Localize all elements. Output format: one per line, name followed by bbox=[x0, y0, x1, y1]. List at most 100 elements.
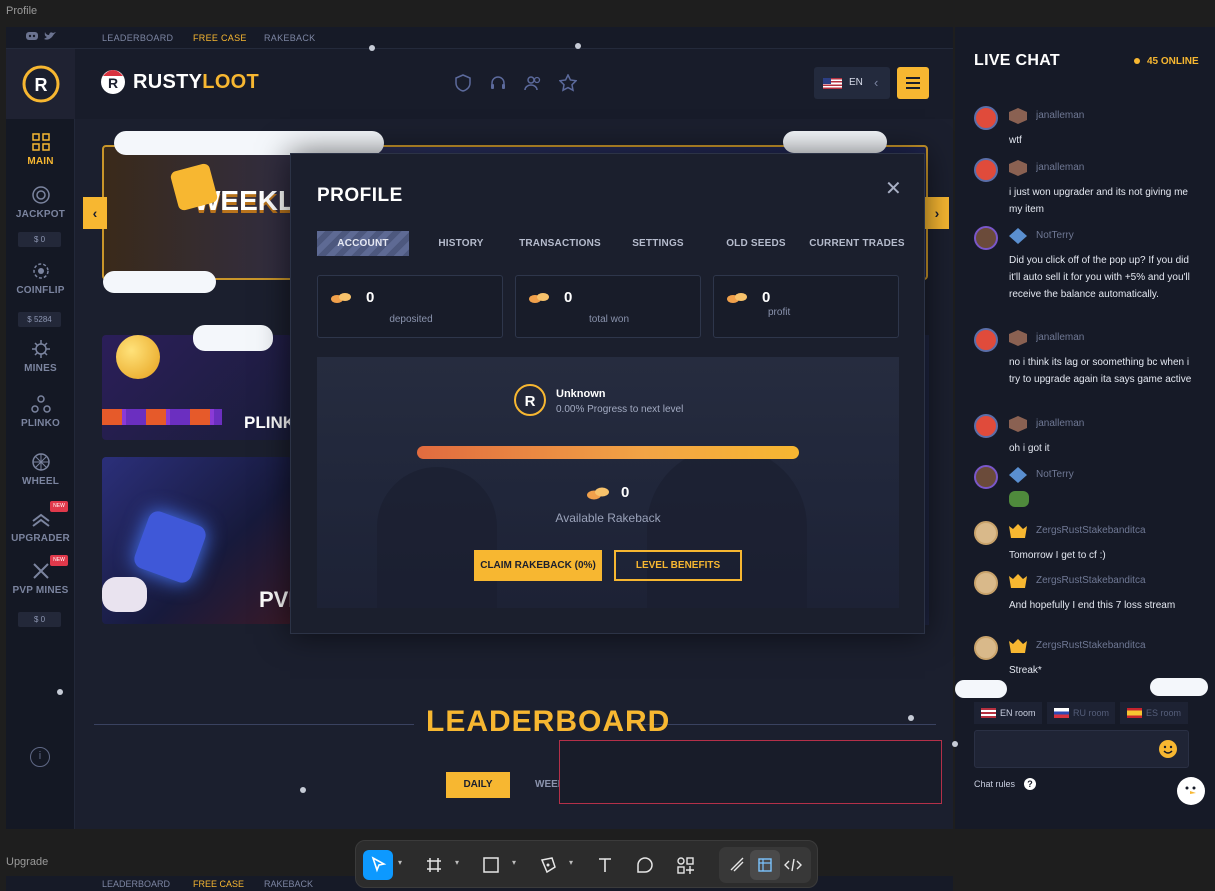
hamburger-menu-button[interactable] bbox=[897, 67, 929, 99]
online-dot-icon bbox=[1134, 58, 1140, 64]
brand-logo-icon: R bbox=[98, 66, 128, 96]
level-badge-icon bbox=[1009, 639, 1027, 653]
sidebar-item-mines[interactable]: MINES bbox=[6, 339, 75, 374]
tab-account[interactable]: ACCOUNT bbox=[317, 231, 409, 256]
chat-text: wtf bbox=[1009, 135, 1022, 146]
sidebar-item-pvp-mines[interactable]: PVP MINES bbox=[6, 561, 75, 596]
components-tool-button[interactable] bbox=[670, 850, 700, 880]
stat-deposited: 0 deposited bbox=[317, 275, 503, 338]
brand-name[interactable]: RUSTYLOOT bbox=[133, 71, 259, 94]
avatar[interactable] bbox=[974, 571, 998, 595]
rectangle-icon bbox=[483, 857, 499, 873]
sidebar-item-upgrader[interactable]: UPGRADER bbox=[6, 509, 75, 544]
plinko-card-title: PLINKO bbox=[244, 413, 292, 432]
close-icon[interactable]: ✕ bbox=[885, 176, 902, 201]
chat-username[interactable]: janalleman bbox=[1036, 110, 1201, 121]
frame-tool-button[interactable] bbox=[419, 850, 449, 880]
link-leaderboard[interactable]: LEADERBOARD bbox=[102, 879, 170, 889]
chevron-down-icon[interactable]: ▾ bbox=[569, 858, 573, 867]
sidebar-item-wheel[interactable]: WHEEL bbox=[6, 452, 75, 487]
emoji-icon[interactable] bbox=[1159, 740, 1177, 758]
chat-username[interactable]: ZergsRustStakebanditca bbox=[1036, 575, 1201, 586]
chevron-down-icon[interactable]: ▾ bbox=[455, 858, 459, 867]
claim-rakeback-button[interactable]: CLAIM RAKEBACK (0%) bbox=[474, 550, 602, 581]
chat-username[interactable]: janalleman bbox=[1036, 418, 1201, 429]
dev-mode-button[interactable] bbox=[778, 850, 808, 880]
sidebar-item-jackpot[interactable]: JACKPOT bbox=[6, 185, 75, 220]
room-ru-button[interactable]: RU room bbox=[1047, 702, 1115, 724]
discord-icon[interactable] bbox=[26, 31, 38, 44]
svg-text:R: R bbox=[525, 393, 536, 410]
design-mode-button[interactable] bbox=[750, 850, 780, 880]
tab-transactions[interactable]: TRANSACTIONS bbox=[515, 231, 605, 256]
tab-old-seeds[interactable]: OLD SEEDS bbox=[721, 231, 791, 256]
chat-username[interactable]: ZergsRustStakebanditca bbox=[1036, 640, 1201, 651]
sidebar-item-plinko[interactable]: PLINKO bbox=[6, 394, 75, 429]
banner-prev-button[interactable]: ‹ bbox=[83, 197, 107, 229]
site-logo[interactable]: R bbox=[6, 49, 75, 119]
level-badge-icon bbox=[1009, 574, 1027, 588]
twitter-icon[interactable] bbox=[44, 31, 56, 44]
avatar[interactable] bbox=[974, 465, 998, 489]
stat-profit: 0 profit bbox=[713, 275, 899, 338]
frame-label-profile[interactable]: Profile bbox=[6, 5, 37, 17]
chat-message-input[interactable] bbox=[974, 730, 1189, 768]
move-tool-button[interactable] bbox=[363, 850, 393, 880]
stat-value: 0 bbox=[564, 289, 573, 306]
avatar[interactable] bbox=[974, 106, 998, 130]
info-icon[interactable]: i bbox=[30, 747, 50, 767]
link-leaderboard[interactable]: LEADERBOARD bbox=[102, 33, 173, 43]
design-icon bbox=[758, 858, 772, 872]
banner-next-button[interactable]: › bbox=[925, 197, 949, 229]
avatar[interactable] bbox=[974, 414, 998, 438]
snow-decoration bbox=[783, 131, 887, 153]
sidebar-item-main[interactable]: MAIN bbox=[6, 132, 75, 167]
frame-label-upgrade[interactable]: Upgrade bbox=[6, 856, 48, 868]
avatar[interactable] bbox=[974, 158, 998, 182]
link-rakeback[interactable]: RAKEBACK bbox=[264, 879, 313, 889]
plinko-game-card[interactable]: PLINKO bbox=[102, 335, 292, 440]
chevron-down-icon[interactable]: ▾ bbox=[512, 858, 516, 867]
link-free-case[interactable]: FREE CASE bbox=[193, 879, 244, 889]
level-badge-icon bbox=[1009, 330, 1027, 346]
chat-username[interactable]: janalleman bbox=[1036, 332, 1201, 343]
avatar[interactable] bbox=[974, 521, 998, 545]
avatar[interactable] bbox=[974, 226, 998, 250]
chat-username[interactable]: NotTerry bbox=[1036, 469, 1201, 480]
tab-daily[interactable]: DAILY bbox=[446, 772, 510, 798]
chat-username[interactable]: ZergsRustStakebanditca bbox=[1036, 525, 1201, 536]
es-flag-icon bbox=[1127, 708, 1142, 718]
tab-settings[interactable]: SETTINGS bbox=[623, 231, 693, 256]
tab-current-trades[interactable]: CURRENT TRADES bbox=[809, 231, 905, 256]
help-icon[interactable]: ? bbox=[1024, 778, 1036, 790]
avatar[interactable] bbox=[974, 636, 998, 660]
username: Unknown bbox=[556, 388, 606, 400]
star-icon[interactable] bbox=[559, 74, 577, 92]
chat-text: i just won upgrader and its not giving m… bbox=[1009, 187, 1188, 215]
chat-rules-link[interactable]: Chat rules bbox=[974, 779, 1015, 789]
language-selector[interactable]: EN ‹ bbox=[814, 67, 890, 99]
draw-mode-button[interactable] bbox=[722, 850, 752, 880]
room-es-button[interactable]: ES room bbox=[1120, 702, 1188, 724]
level-badge-icon bbox=[1009, 160, 1027, 176]
comment-tool-button[interactable] bbox=[630, 850, 660, 880]
users-icon[interactable] bbox=[524, 74, 542, 92]
level-benefits-button[interactable]: LEVEL BENEFITS bbox=[614, 550, 742, 581]
avatar[interactable] bbox=[974, 328, 998, 352]
shield-icon[interactable] bbox=[454, 74, 472, 92]
link-free-case[interactable]: FREE CASE bbox=[193, 33, 247, 43]
pen-tool-button[interactable] bbox=[533, 850, 563, 880]
pvp-mines-game-card[interactable]: PVI bbox=[102, 457, 292, 624]
chat-username[interactable]: NotTerry bbox=[1036, 230, 1201, 241]
chat-username[interactable]: janalleman bbox=[1036, 162, 1201, 173]
plinko-icon bbox=[30, 395, 51, 413]
chat-title: LIVE CHAT bbox=[974, 52, 1060, 69]
chevron-down-icon[interactable]: ▾ bbox=[398, 858, 402, 867]
room-en-button[interactable]: EN room bbox=[974, 702, 1042, 724]
link-rakeback[interactable]: RAKEBACK bbox=[264, 33, 315, 43]
headset-icon[interactable] bbox=[489, 74, 507, 92]
sidebar-item-coinflip[interactable]: COINFLIP bbox=[6, 261, 75, 296]
tab-history[interactable]: HISTORY bbox=[421, 231, 501, 256]
text-tool-button[interactable] bbox=[590, 850, 620, 880]
rectangle-tool-button[interactable] bbox=[476, 850, 506, 880]
